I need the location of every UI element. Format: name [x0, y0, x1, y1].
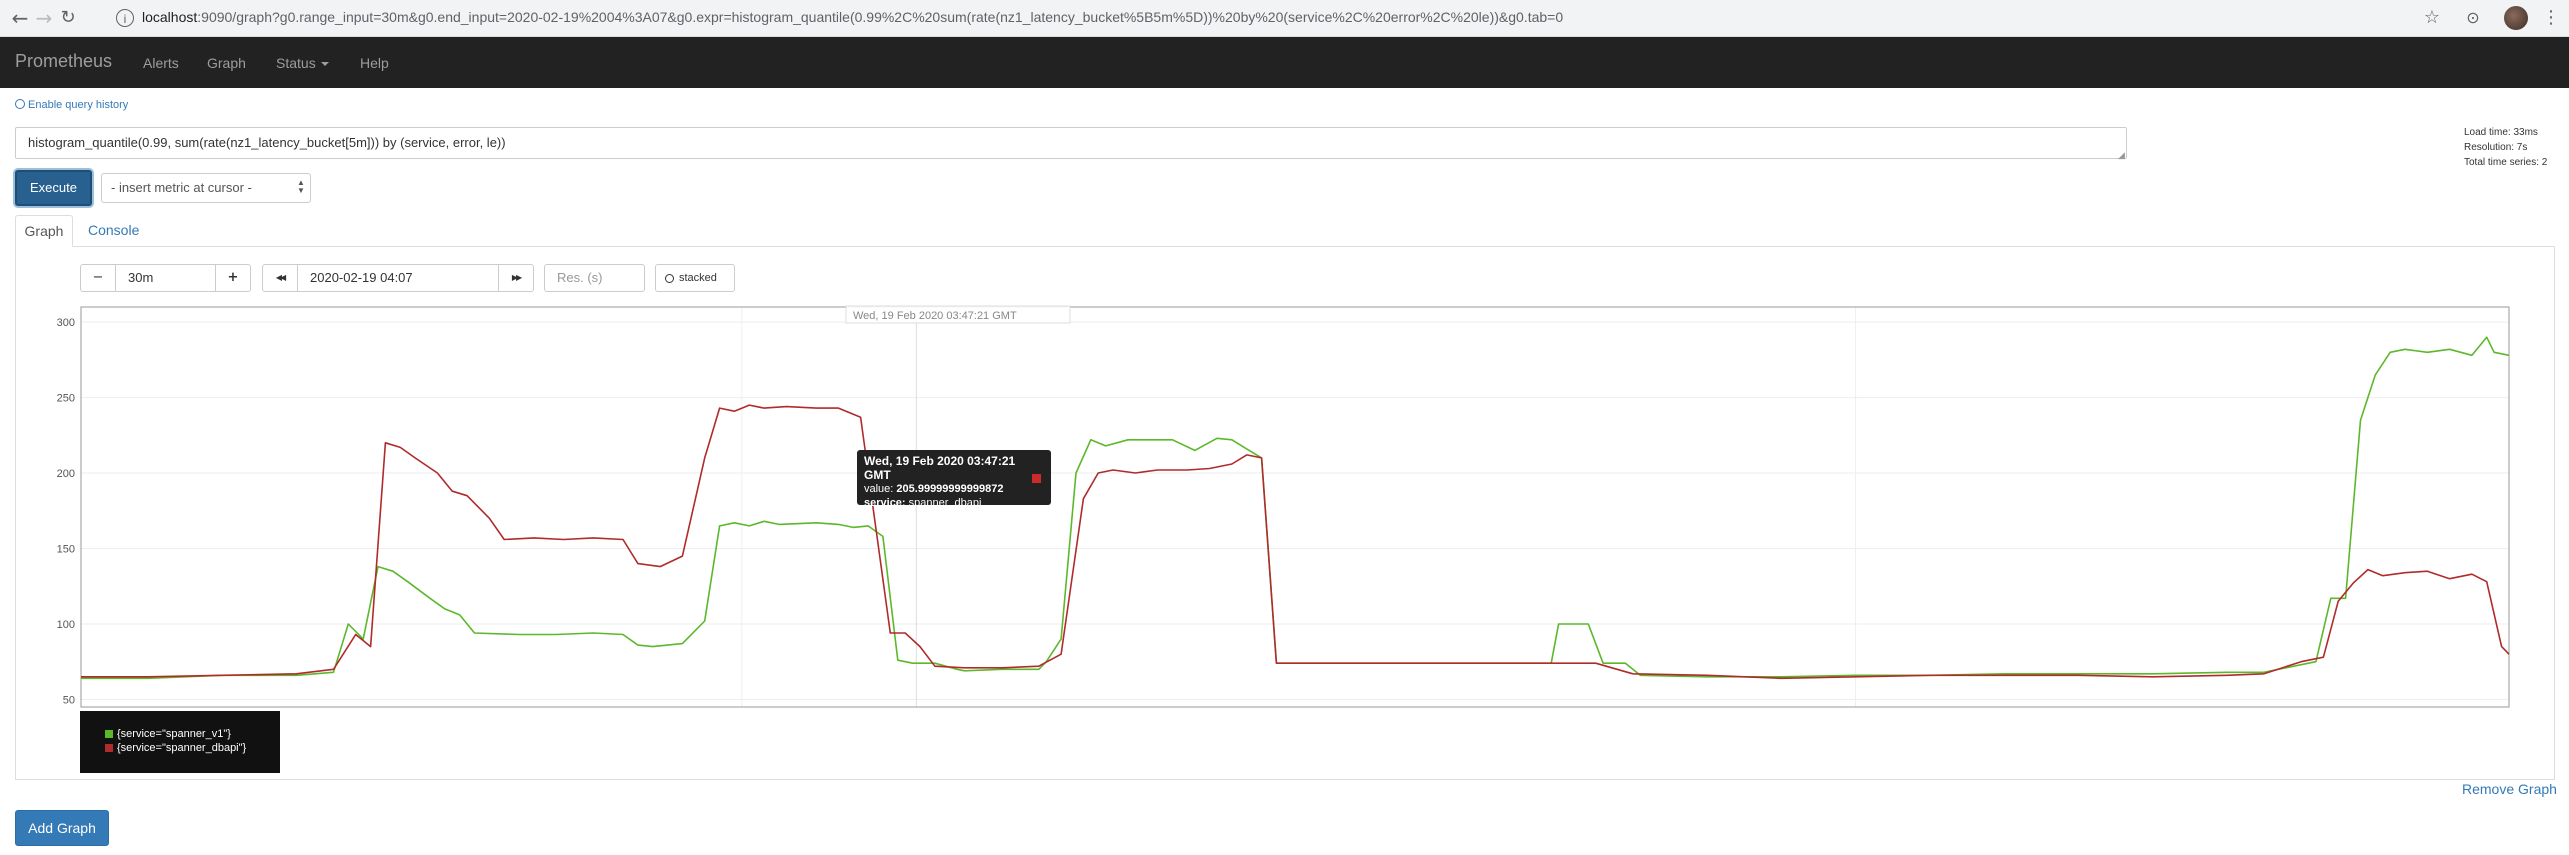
checkbox-icon [15, 99, 25, 109]
history-link-label: Enable query history [28, 99, 129, 111]
graph-legend: {service="spanner_v1"} {service="spanner… [80, 711, 280, 773]
y-tick-label: 50 [63, 694, 75, 706]
nav-help[interactable]: Help [360, 55, 389, 71]
legend-item-spanner-dbapi[interactable]: {service="spanner_dbapi"} [105, 741, 246, 755]
load-time: Load time: 33ms [2464, 127, 2538, 138]
stacked-toggle[interactable]: stacked [655, 264, 735, 292]
series-line-0 [81, 336, 2510, 680]
resolution: Resolution: 7s [2464, 142, 2528, 153]
range-input[interactable]: 30m [115, 264, 216, 292]
legend-label: {service="spanner_v1"} [117, 728, 231, 740]
graph-grid [81, 307, 2509, 707]
end-time-back-button[interactable]: ◀◀ [262, 264, 298, 292]
series-lines [81, 336, 2510, 680]
execute-button[interactable]: Execute [15, 170, 92, 206]
avatar[interactable] [2504, 6, 2528, 30]
url-text[interactable]: localhost:9090/graph?g0.range_input=30m&… [142, 9, 1563, 25]
url-path: :9090/graph?g0.range_input=30m&g0.end_in… [197, 9, 1564, 25]
tooltip-value-label: value: [864, 483, 894, 495]
total-time-series: Total time series: 2 [2464, 157, 2548, 168]
y-tick-label: 100 [57, 619, 75, 631]
back-arrow-icon[interactable]: ← [8, 6, 32, 30]
radio-icon [665, 274, 674, 283]
query-stats: Load time: 33ms Resolution: 7s Total tim… [2464, 125, 2547, 170]
extension-icon[interactable]: ⊙ [2462, 7, 2484, 29]
y-axis-ticks: 50 100 150 200 250 300 [57, 317, 75, 706]
nav-alerts[interactable]: Alerts [143, 55, 179, 71]
select-arrows-icon: ▲ ▼ [297, 178, 305, 195]
forward-arrow-icon[interactable]: → [32, 6, 56, 30]
end-time-forward-button[interactable]: ▶▶ [498, 264, 534, 292]
info-icon[interactable]: i [116, 9, 134, 27]
range-decrease-button[interactable]: − [80, 264, 116, 292]
legend-item-spanner-v1[interactable]: {service="spanner_v1"} [105, 727, 231, 741]
star-icon[interactable]: ☆ [2421, 7, 2443, 29]
tab-console[interactable]: Console [88, 222, 139, 238]
tooltip-value: 205.99999999999872 [896, 483, 1004, 495]
tooltip-swatch [1032, 474, 1041, 483]
tooltip-service-row: service: spanner_dbapi [864, 496, 1044, 510]
legend-label: {service="spanner_dbapi"} [117, 742, 247, 754]
end-time-input[interactable]: 2020-02-19 04:07 [297, 264, 499, 292]
menu-dots-icon[interactable]: ⋮ [2540, 7, 2562, 29]
tooltip-service: spanner_dbapi [908, 497, 982, 509]
y-tick-label: 250 [57, 393, 75, 405]
series-line-1 [81, 404, 2510, 680]
y-tick-label: 300 [57, 317, 75, 329]
remove-graph-link[interactable]: Remove Graph [2462, 781, 2557, 797]
expression-input[interactable]: histogram_quantile(0.99, sum(rate(nz1_la… [15, 127, 2127, 159]
brand-link[interactable]: Prometheus [15, 51, 112, 72]
graph-canvas[interactable]: 50100150200250300 03:4504:00 Wed, 19 Feb… [30, 300, 2520, 710]
url-host: localhost [142, 9, 198, 25]
legend-swatch [105, 744, 113, 753]
nav-status[interactable]: Status [276, 55, 329, 71]
insert-metric-select[interactable]: - insert metric at cursor - [101, 173, 311, 203]
y-tick-label: 150 [57, 544, 75, 556]
y-tick-label: 200 [57, 468, 75, 480]
stacked-label: stacked [679, 272, 717, 284]
tooltip-time: Wed, 19 Feb 2020 03:47:21 GMT [864, 454, 1016, 482]
resolution-input[interactable]: Res. (s) [544, 264, 645, 292]
legend-swatch [105, 730, 113, 739]
enable-query-history-link[interactable]: Enable query history [15, 99, 128, 111]
nav-status-label: Status [276, 55, 316, 71]
tab-graph[interactable]: Graph [15, 215, 73, 247]
reload-icon[interactable]: ↻ [56, 6, 80, 30]
hover-time-label: Wed, 19 Feb 2020 03:47:21 GMT [853, 310, 1017, 322]
range-increase-button[interactable]: + [215, 264, 251, 292]
tooltip-value-row: value: 205.99999999999872 [864, 482, 1044, 496]
tooltip-service-label: service: [864, 497, 906, 509]
chevron-down-icon [320, 62, 329, 67]
plot-border [80, 306, 2510, 708]
add-graph-button[interactable]: Add Graph [15, 810, 109, 846]
resize-handle-icon[interactable]: ◢ [2118, 150, 2125, 161]
nav-graph[interactable]: Graph [207, 55, 246, 71]
hover-tooltip: Wed, 19 Feb 2020 03:47:21 GMT value: 205… [857, 450, 1051, 509]
